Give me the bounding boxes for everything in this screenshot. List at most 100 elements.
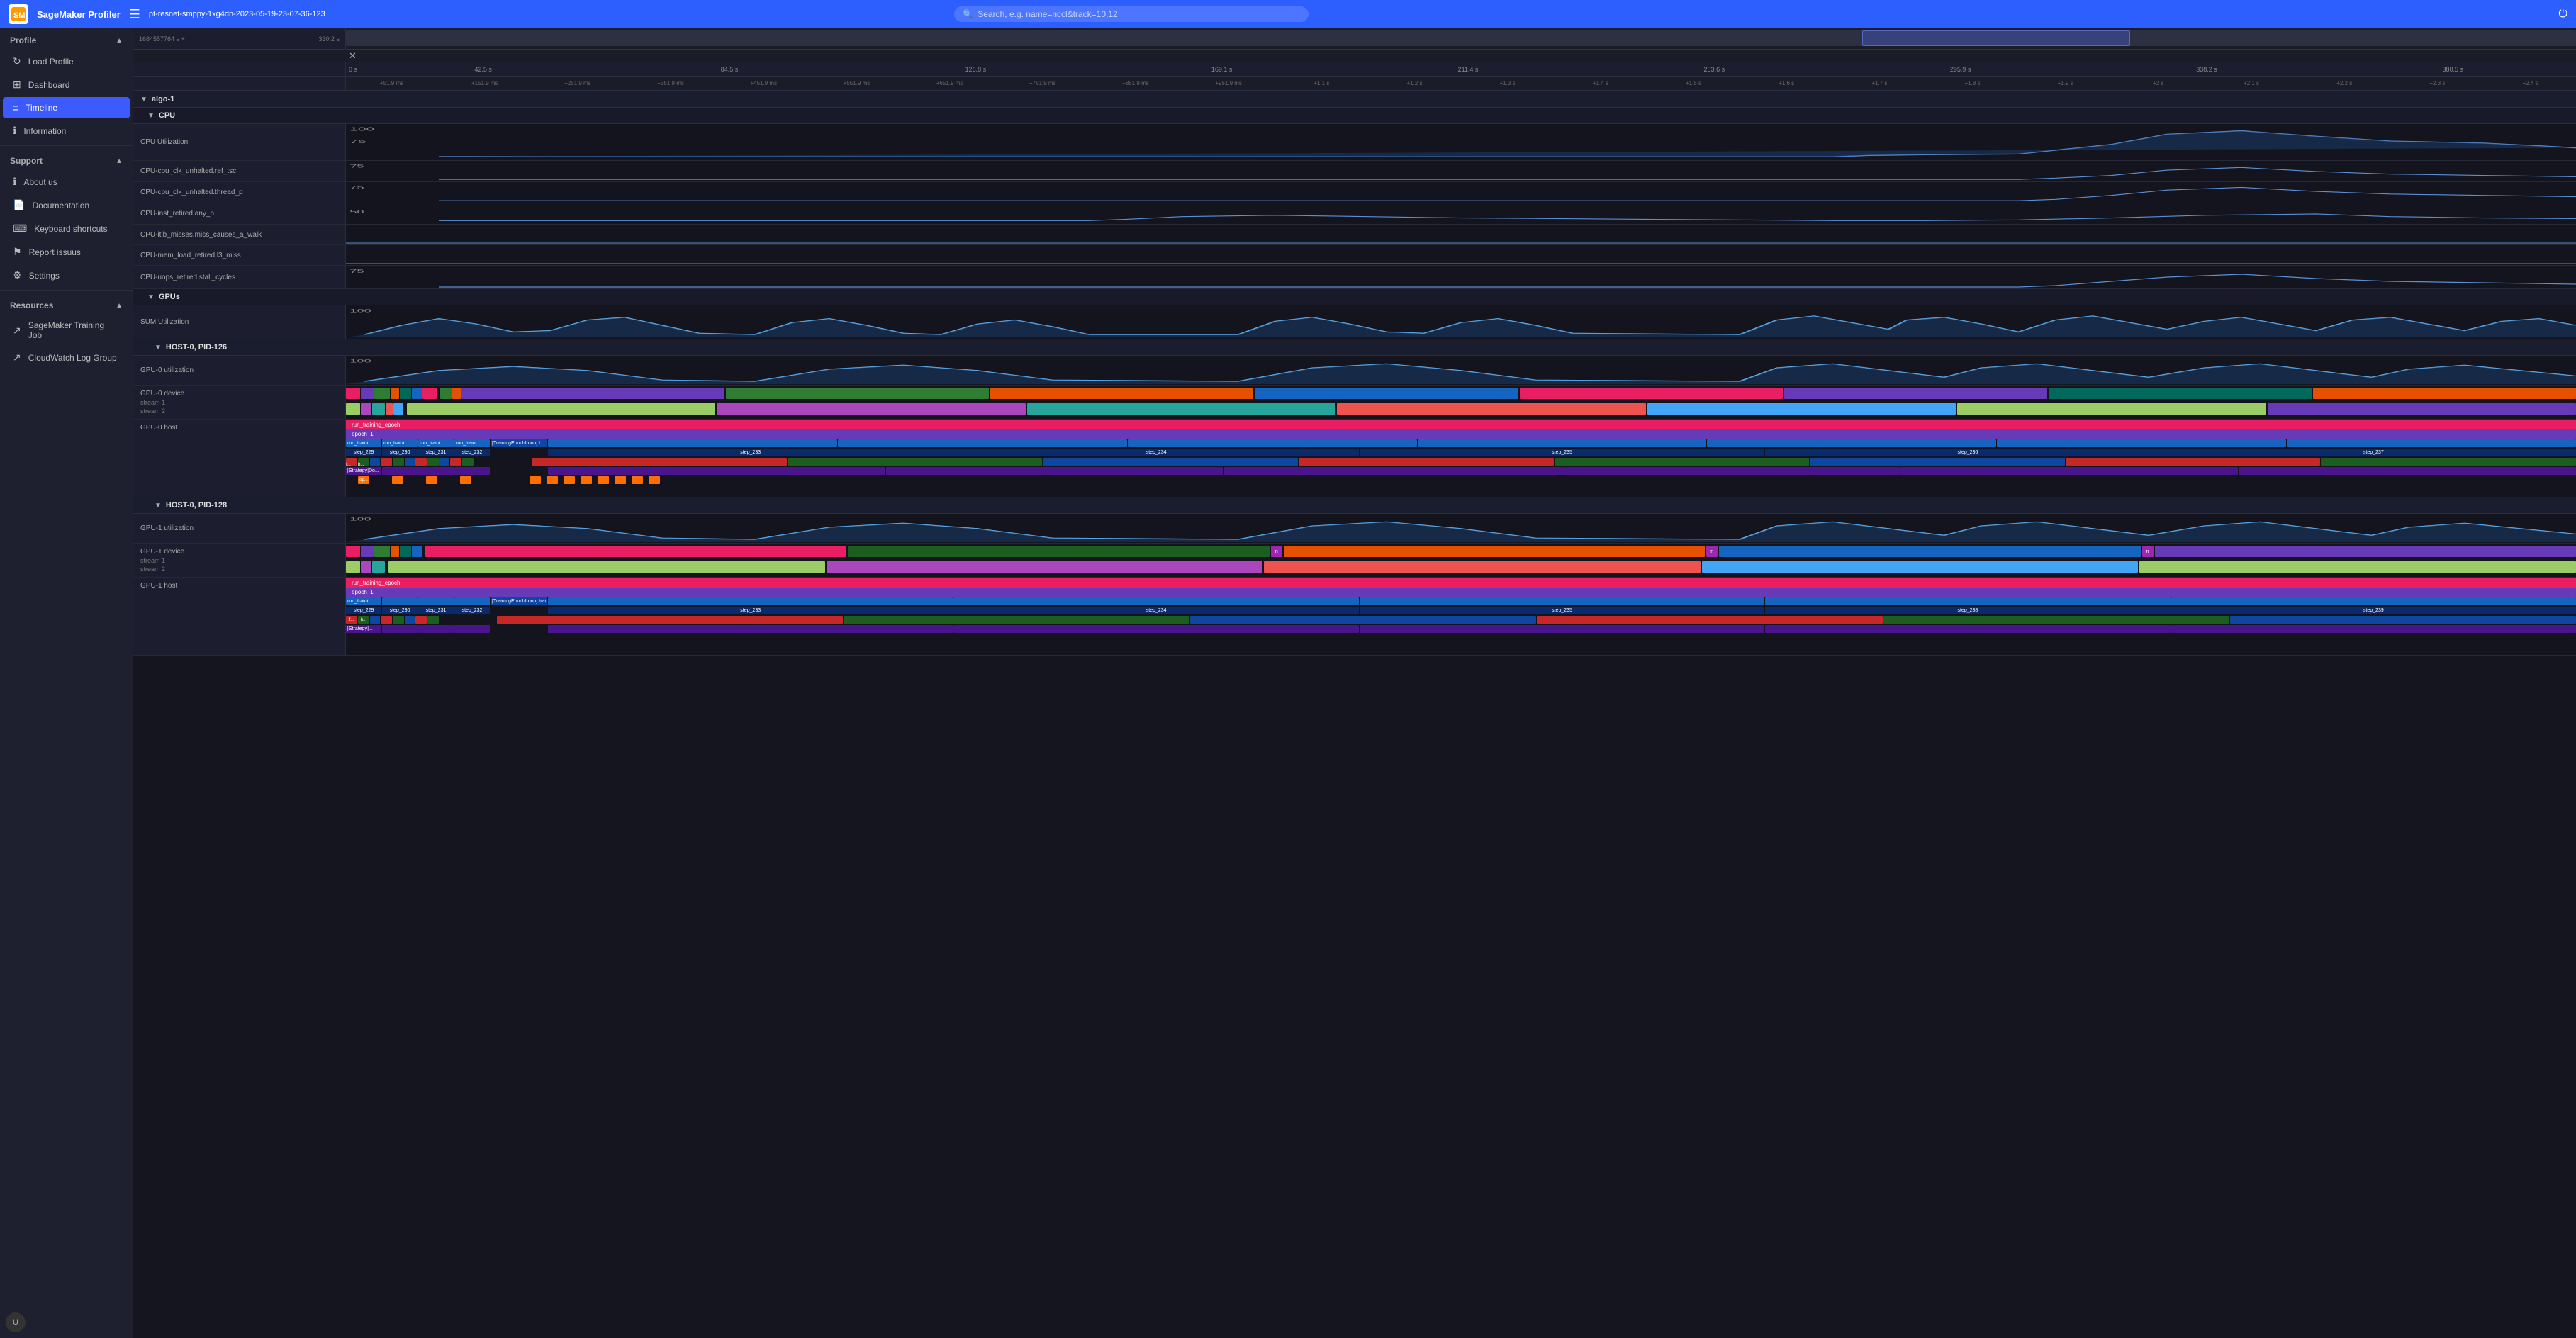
event-block[interactable] — [1255, 388, 1518, 399]
gpu1-util-chart[interactable]: 100 — [346, 514, 2576, 542]
event-block[interactable] — [361, 561, 371, 573]
strategy-block[interactable] — [953, 625, 1358, 633]
event-block[interactable] — [361, 546, 374, 557]
event-block[interactable] — [386, 403, 393, 415]
step-block[interactable] — [838, 439, 1127, 447]
event-block[interactable] — [1957, 403, 2266, 415]
optim-block[interactable] — [581, 476, 592, 484]
algo1-group-header[interactable]: ▼ algo-1 — [133, 91, 2576, 108]
step-block[interactable] — [1418, 439, 1707, 447]
cpu-clk-thread-chart[interactable]: 75 — [346, 182, 2576, 202]
bwd-block[interactable] — [2321, 458, 2576, 466]
close-button[interactable]: ✕ — [349, 50, 357, 62]
fwd-block[interactable] — [1299, 458, 1554, 466]
event-block[interactable] — [1702, 561, 2139, 573]
run-training-epoch-bar-gpu1[interactable]: run_training_epoch — [346, 578, 2576, 588]
strategy-block[interactable] — [454, 625, 490, 633]
strategy-block[interactable] — [1224, 467, 1562, 475]
strategy-block[interactable] — [1900, 467, 2238, 475]
optim-block[interactable] — [615, 476, 626, 484]
step-block[interactable] — [1128, 439, 1417, 447]
event-block[interactable] — [372, 403, 385, 415]
event-block[interactable] — [372, 561, 385, 573]
sidebar-item-sagemaker-training[interactable]: ↗ SageMaker Training Job — [3, 315, 130, 345]
n-block[interactable]: n — [1271, 546, 1282, 557]
strategy-block[interactable] — [418, 467, 454, 475]
bwd-block[interactable] — [1883, 616, 2229, 624]
step-block[interactable]: run_traini... — [418, 439, 454, 447]
event-block[interactable] — [717, 403, 1025, 415]
optim-block[interactable] — [460, 476, 471, 484]
profile-chevron[interactable]: ▲ — [116, 37, 123, 45]
sidebar-item-load-profile[interactable]: ↻ Load Profile — [3, 50, 130, 72]
step-num-block[interactable]: step_233 — [548, 449, 953, 456]
opt-block[interactable] — [405, 616, 415, 624]
fwd-block[interactable] — [450, 458, 461, 466]
bwd-block[interactable] — [788, 458, 1043, 466]
cpu-clk-ref-chart[interactable]: 75 — [346, 161, 2576, 181]
sidebar-item-information[interactable]: ℹ Information — [3, 120, 130, 142]
step-num-block[interactable]: step_229 — [346, 607, 381, 614]
event-block[interactable] — [990, 388, 1253, 399]
strategy-block[interactable] — [548, 625, 953, 633]
event-block[interactable] — [374, 388, 390, 399]
event-block[interactable] — [400, 546, 411, 557]
event-block[interactable] — [361, 403, 371, 415]
run-training-epoch-bar-gpu0[interactable]: run_training_epoch — [346, 420, 2576, 429]
step-num-block[interactable]: step_235 — [1360, 607, 1764, 614]
step-num-block[interactable]: step_234 — [953, 607, 1358, 614]
event-block[interactable] — [361, 388, 374, 399]
event-block[interactable] — [2049, 388, 2312, 399]
strategy-block[interactable] — [1562, 467, 1900, 475]
step-num-block[interactable]: step_233 — [548, 607, 953, 614]
dataloader-block2[interactable]: [TrainingEpochLoop].train_dataloader_nex… — [491, 597, 547, 605]
step-block[interactable] — [953, 597, 1358, 605]
event-block[interactable] — [1647, 403, 1956, 415]
sidebar-item-documentation[interactable]: 📄 Documentation — [3, 194, 130, 216]
strategy-block[interactable] — [454, 467, 490, 475]
event-block[interactable] — [391, 546, 399, 557]
cpu-group-header[interactable]: ▼ CPU — [133, 108, 2576, 124]
event-block[interactable] — [2268, 403, 2576, 415]
event-block[interactable] — [425, 546, 846, 557]
user-avatar[interactable]: U — [6, 1312, 26, 1332]
sum-util-chart[interactable]: 100 — [346, 305, 2576, 337]
step-block[interactable] — [2287, 439, 2576, 447]
strategy-block[interactable] — [418, 625, 454, 633]
host0-group-header[interactable]: ▼ HOST-0, PID-126 — [133, 339, 2576, 356]
power-icon[interactable]: ⏻ — [2558, 8, 2567, 21]
strategy-block[interactable] — [382, 467, 418, 475]
gpu0-device-chart[interactable] — [346, 386, 2576, 419]
step-num-block[interactable]: step_236 — [1765, 449, 2170, 456]
optim-block[interactable]: op... — [358, 476, 369, 484]
optim-block[interactable] — [547, 476, 558, 484]
event-block[interactable] — [391, 388, 399, 399]
fwd-block[interactable]: f... — [346, 616, 357, 624]
strategy-block[interactable] — [2171, 625, 2576, 633]
step-num-block[interactable]: step_229 — [346, 449, 381, 456]
step-block[interactable] — [382, 597, 418, 605]
strategy-block[interactable] — [2239, 467, 2576, 475]
fwd-block[interactable] — [497, 616, 843, 624]
step-block[interactable] — [548, 439, 837, 447]
bwd-block[interactable] — [1555, 458, 1810, 466]
step-num-block[interactable]: step_231 — [418, 449, 454, 456]
event-block[interactable] — [412, 388, 422, 399]
gpu1-device-chart[interactable]: n n n — [346, 544, 2576, 577]
gpus-group-header[interactable]: ▼ GPUs — [133, 289, 2576, 305]
n-block3[interactable]: n — [2142, 546, 2154, 557]
optim-block[interactable] — [392, 476, 403, 484]
opt-block[interactable] — [1810, 458, 2065, 466]
strategy-block[interactable]: [Strategy]... — [346, 625, 381, 633]
event-block[interactable] — [346, 403, 360, 415]
step-num-block[interactable]: step_237 — [2171, 449, 2576, 456]
event-block[interactable] — [2139, 561, 2576, 573]
opt-block[interactable] — [405, 458, 415, 466]
host1-group-header[interactable]: ▼ HOST-0, PID-128 — [133, 497, 2576, 514]
sidebar-item-cloudwatch[interactable]: ↗ CloudWatch Log Group — [3, 347, 130, 369]
step-num-block[interactable]: step_232 — [454, 449, 490, 456]
step-block[interactable] — [1765, 597, 2170, 605]
cpu-uops-chart[interactable]: 75 — [346, 266, 2576, 288]
fwd-block[interactable] — [381, 458, 392, 466]
step-block[interactable] — [1360, 597, 1764, 605]
